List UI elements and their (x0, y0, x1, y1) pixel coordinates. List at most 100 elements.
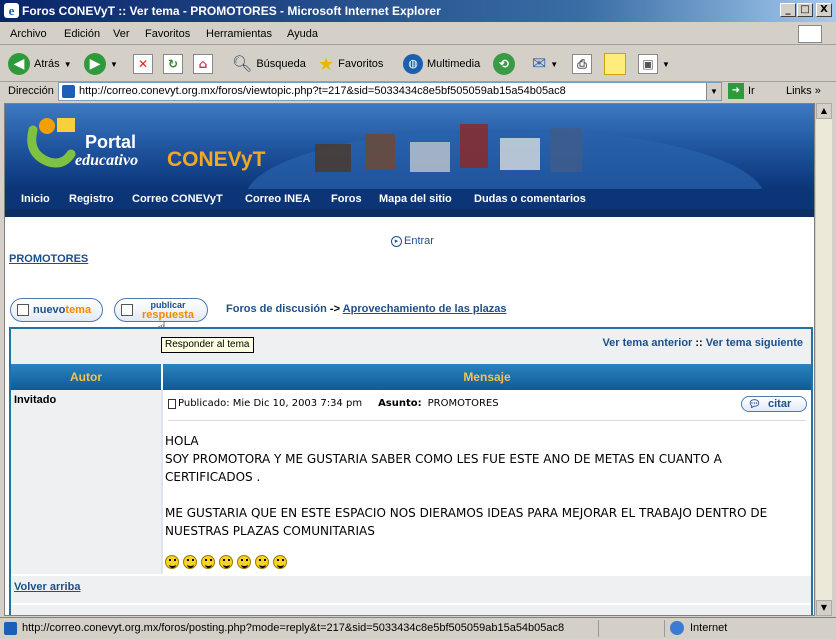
post-author: Invitado (14, 394, 57, 406)
menu-herramientas[interactable]: Herramientas (206, 28, 272, 40)
scroll-up-icon[interactable]: ▲ (816, 103, 832, 119)
smiley-icon (255, 554, 269, 569)
nav-inicio[interactable]: Inicio (21, 192, 50, 206)
window-title: Foros CONEVyT :: Ver tema - PROMOTORES -… (22, 4, 441, 18)
site-nav: Inicio Registro Correo CONEVyT Correo IN… (5, 189, 814, 209)
search-icon: 🔍︎ (232, 56, 253, 73)
breadcrumb-forum-link[interactable]: Aprovechamiento de las plazas (343, 303, 507, 315)
menu-ayuda[interactable]: Ayuda (287, 28, 318, 40)
address-url: http://correo.conevyt.org.mx/foros/viewt… (79, 85, 566, 97)
col-author: Autor (70, 370, 102, 384)
back-arrow-icon: ◀ (8, 53, 30, 75)
search-button[interactable]: 🔍︎ Búsqueda (232, 52, 306, 76)
links-button[interactable]: Links » (786, 85, 821, 97)
media-button[interactable]: ◍ Multimedia (403, 52, 480, 76)
nav-mapa[interactable]: Mapa del sitio (379, 192, 452, 206)
mail-icon[interactable]: ✉ (532, 54, 546, 74)
address-dropdown-icon[interactable]: ▼ (706, 83, 721, 100)
menu-favoritos[interactable]: Favoritos (145, 28, 190, 40)
go-button[interactable]: ➜ Ir (728, 83, 755, 99)
row-divider (11, 574, 811, 576)
history-icon[interactable]: ⟲ (493, 53, 515, 75)
smiley-icon (165, 554, 179, 569)
nav-correo-conevyt[interactable]: Correo CONEVyT (132, 192, 223, 206)
new-topic-label-b: tema (65, 304, 92, 316)
favorites-button[interactable]: ★ Favoritos (318, 52, 383, 76)
new-topic-button[interactable]: nuevotema (10, 298, 103, 322)
star-icon: ★ (318, 53, 335, 74)
speech-icon: 💬︎ (748, 399, 761, 410)
close-button[interactable]: X (816, 3, 832, 17)
document-icon (17, 304, 29, 316)
forward-button[interactable]: ▶ ▼ (84, 52, 118, 76)
breadcrumb: Foros de discusión -> Aprovechamiento de… (226, 303, 507, 315)
forum-name-link[interactable]: PROMOTORES (9, 253, 88, 265)
dropdown-arrow-icon: ▼ (662, 59, 670, 69)
breadcrumb-sep: -> (329, 303, 341, 315)
edit-icon[interactable] (604, 53, 626, 75)
message-cell: Publicado: Mie Dic 10, 2003 7:34 pm Asun… (161, 390, 811, 574)
nav-foros[interactable]: Foros (331, 192, 362, 206)
post-line: SOY PROMOTORA Y ME GUSTARIA SABER COMO L… (165, 452, 722, 466)
page-icon (62, 85, 75, 98)
table-header: Autor Mensaje (11, 364, 811, 390)
quote-button[interactable]: 💬︎ citar (741, 396, 807, 412)
post-line: NUESTRAS PLAZAS COMUNITARIAS (165, 524, 375, 538)
vertical-scrollbar[interactable]: ▲ ▼ (815, 103, 832, 616)
smiley-icon (237, 554, 251, 569)
home-icon[interactable]: ⌂ (193, 54, 213, 74)
smiley-icon (273, 554, 287, 569)
menu-archivo[interactable]: Archivo (10, 28, 47, 40)
windows-logo-icon (798, 25, 822, 43)
favorites-label: Favoritos (338, 58, 384, 70)
scroll-down-icon[interactable]: ▼ (816, 600, 832, 616)
address-input[interactable]: http://correo.conevyt.org.mx/foros/viewt… (58, 82, 722, 101)
nav-dudas[interactable]: Dudas o comentarios (474, 192, 586, 206)
breadcrumb-root[interactable]: Foros de discusión (226, 303, 327, 315)
subject-label: Asunto: (378, 398, 422, 409)
topic-nav-sep: :: (695, 337, 703, 349)
post-date: Publicado: Mie Dic 10, 2003 7:34 pm (178, 398, 363, 409)
address-bar: Dirección http://correo.conevyt.org.mx/f… (0, 82, 836, 102)
back-to-top-link[interactable]: Volver arriba (14, 581, 80, 593)
row-divider (11, 603, 811, 605)
tooltip: Responder al tema (161, 337, 254, 353)
post-meta: Publicado: Mie Dic 10, 2003 7:34 pm Asun… (168, 398, 499, 409)
refresh-icon[interactable]: ↻ (163, 54, 183, 74)
smiley-icon (201, 554, 215, 569)
menu-bar: Archivo Edición Ver Favoritos Herramient… (0, 23, 836, 45)
login-icon: ▸ (391, 235, 402, 247)
next-topic-link[interactable]: Ver tema siguiente (706, 337, 803, 349)
post-icon (168, 398, 176, 409)
nav-underline (5, 209, 814, 217)
maximize-button[interactable]: □ (797, 3, 813, 17)
status-divider (598, 620, 599, 637)
dropdown-arrow-icon: ▼ (550, 59, 559, 69)
smiley-icon (183, 554, 197, 569)
post-divider (168, 420, 806, 421)
print-icon[interactable]: ⎙ (572, 54, 592, 74)
banner-educativo: educativo (75, 152, 139, 169)
banner-brand: CONEVyT (167, 148, 266, 171)
menu-edicion[interactable]: Edición (64, 28, 100, 40)
dropdown-arrow-icon: ▼ (110, 59, 118, 69)
post-line: ME GUSTARIA QUE EN ESTE ESPACIO NOS DIER… (165, 506, 768, 520)
discuss-icon[interactable]: ▣ (638, 54, 658, 74)
nav-correo-inea[interactable]: Correo INEA (245, 192, 310, 206)
new-topic-label-a: nuevo (33, 304, 66, 316)
banner-portal: Portal (85, 132, 137, 152)
login-label: Entrar (404, 235, 434, 247)
minimize-button[interactable]: _ (780, 3, 796, 17)
window-titlebar: e Foros CONEVyT :: Ver tema - PROMOTORES… (0, 0, 836, 22)
site-banner: Portal educativo CONEVyT (5, 104, 814, 189)
address-label: Dirección (8, 85, 54, 97)
prev-topic-link[interactable]: Ver tema anterior (602, 337, 692, 349)
search-label: Búsqueda (256, 58, 306, 70)
menu-ver[interactable]: Ver (113, 28, 130, 40)
back-button[interactable]: ◀ Atrás ▼ (8, 52, 72, 76)
stop-icon[interactable]: ✕ (133, 54, 153, 74)
login-link[interactable]: ▸ Entrar (391, 235, 434, 247)
post-line: HOLA (165, 434, 199, 448)
page-viewport: Portal educativo CONEVyT Inicio Registro… (4, 103, 815, 616)
nav-registro[interactable]: Registro (69, 192, 114, 206)
